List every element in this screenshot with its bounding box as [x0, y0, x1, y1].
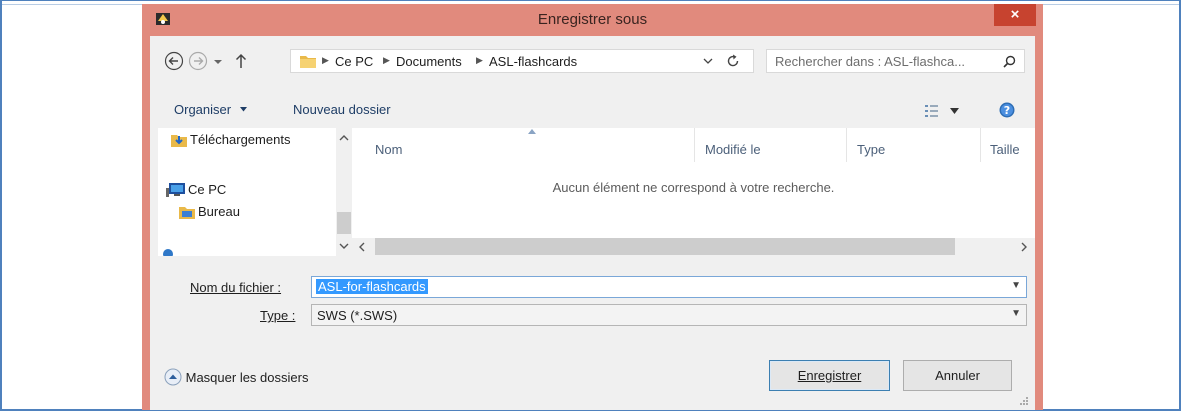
column-header-size[interactable]: Taille	[990, 142, 1020, 157]
type-dropdown-icon[interactable]: ▼	[1011, 308, 1021, 319]
breadcrumb-separator-icon: ▶	[383, 55, 390, 65]
breadcrumb-asl-flashcards[interactable]: ASL-flashcards	[489, 54, 577, 69]
filename-field[interactable]: ASL-for-flashcards ▼	[311, 276, 1027, 298]
downloads-folder-icon	[171, 135, 187, 147]
search-placeholder: Rechercher dans : ASL-flashca...	[775, 54, 966, 69]
hide-folders-label: Masquer les dossiers	[185, 370, 309, 385]
type-select[interactable]: SWS (*.SWS) ▼	[311, 304, 1027, 326]
folder-icon	[300, 56, 316, 68]
window-title: Enregistrer sous	[537, 11, 648, 28]
view-options-icon[interactable]	[924, 104, 940, 118]
sidebar-item-bureau[interactable]: Bureau	[179, 204, 240, 219]
scroll-left-icon[interactable]	[358, 242, 366, 252]
breadcrumb-ce-pc[interactable]: Ce PC	[335, 54, 373, 69]
save-as-dialog: Enregistrer sous × ▶ Ce PC ▶ Documents ▶…	[142, 4, 1043, 410]
title-bar[interactable]: Enregistrer sous ×	[142, 4, 1043, 36]
collapse-icon	[164, 368, 182, 386]
save-button[interactable]: Enregistrer	[769, 360, 890, 391]
breadcrumb-separator-icon: ▶	[476, 55, 483, 65]
recent-locations-chevron-icon[interactable]	[212, 51, 224, 71]
computer-icon	[166, 183, 185, 197]
resize-grip-icon[interactable]	[1019, 396, 1029, 406]
search-input[interactable]: Rechercher dans : ASL-flashca...	[766, 49, 1025, 73]
breadcrumb-documents[interactable]: Documents	[396, 54, 462, 69]
file-list-scrollbar[interactable]	[352, 238, 1035, 256]
sidebar-item-label: Téléchargements	[190, 132, 291, 147]
sidebar-item-telechargements[interactable]: Téléchargements	[171, 132, 291, 147]
scroll-right-icon[interactable]	[1020, 242, 1028, 252]
sidebar-item-ce-pc[interactable]: Ce PC	[166, 182, 227, 197]
organize-button[interactable]: Organiser	[174, 102, 248, 117]
cancel-button[interactable]: Annuler	[903, 360, 1012, 391]
column-divider[interactable]	[694, 128, 695, 162]
network-icon	[163, 249, 173, 256]
back-arrow-icon[interactable]	[164, 51, 184, 71]
address-bar[interactable]: ▶ Ce PC ▶ Documents ▶ ASL-flashcards	[290, 49, 754, 73]
scroll-thumb[interactable]	[375, 238, 955, 255]
type-label: Type :	[260, 308, 295, 323]
dialog-client: ▶ Ce PC ▶ Documents ▶ ASL-flashcards Rec…	[150, 36, 1035, 410]
save-label: Enregistrer	[797, 368, 862, 383]
filename-dropdown-icon[interactable]: ▼	[1011, 280, 1021, 291]
type-label-text: Type :	[260, 308, 296, 323]
column-divider[interactable]	[980, 128, 981, 162]
filename-value: ASL-for-flashcards	[316, 279, 428, 294]
sidebar-item-label: Bureau	[198, 204, 240, 219]
empty-message: Aucun élément ne correspond à votre rech…	[552, 180, 835, 195]
navigation-scrollbar[interactable]	[336, 128, 352, 256]
column-header-modified[interactable]: Modifié le	[705, 142, 761, 157]
forward-arrow-icon[interactable]	[188, 51, 208, 71]
help-icon[interactable]: ?	[999, 102, 1015, 118]
sidebar-item-label: Ce PC	[188, 182, 227, 197]
column-divider[interactable]	[846, 128, 847, 162]
address-dropdown-icon[interactable]	[703, 56, 713, 66]
file-list[interactable]: Nom Modifié le Type Taille Aucun élément…	[352, 128, 1035, 256]
column-header-name[interactable]: Nom	[375, 142, 402, 157]
refresh-icon[interactable]	[726, 54, 740, 68]
hide-folders-toggle[interactable]: Masquer les dossiers	[164, 368, 308, 386]
breadcrumb-separator-icon: ▶	[322, 55, 329, 65]
sort-ascending-icon	[528, 129, 536, 134]
organize-dropdown-icon	[239, 107, 247, 112]
desktop-folder-icon	[179, 207, 195, 219]
column-header-type[interactable]: Type	[857, 142, 885, 157]
navigation-pane[interactable]: Téléchargements Ce PC Bureau	[158, 128, 352, 256]
new-folder-button[interactable]: Nouveau dossier	[293, 102, 391, 117]
scroll-down-icon[interactable]	[339, 242, 349, 250]
scroll-thumb[interactable]	[337, 212, 351, 234]
filename-label: Nom du fichier :	[190, 280, 281, 295]
organize-label: Organiser	[174, 102, 232, 117]
filename-label-text: Nom du fichier :	[190, 280, 282, 295]
close-button[interactable]: ×	[994, 4, 1036, 26]
search-icon[interactable]	[1003, 55, 1016, 68]
up-arrow-icon[interactable]	[234, 51, 248, 71]
scroll-up-icon[interactable]	[339, 134, 349, 142]
svg-text:?: ?	[1004, 104, 1010, 117]
type-value: SWS (*.SWS)	[317, 308, 398, 323]
view-dropdown-icon[interactable]	[950, 108, 959, 114]
